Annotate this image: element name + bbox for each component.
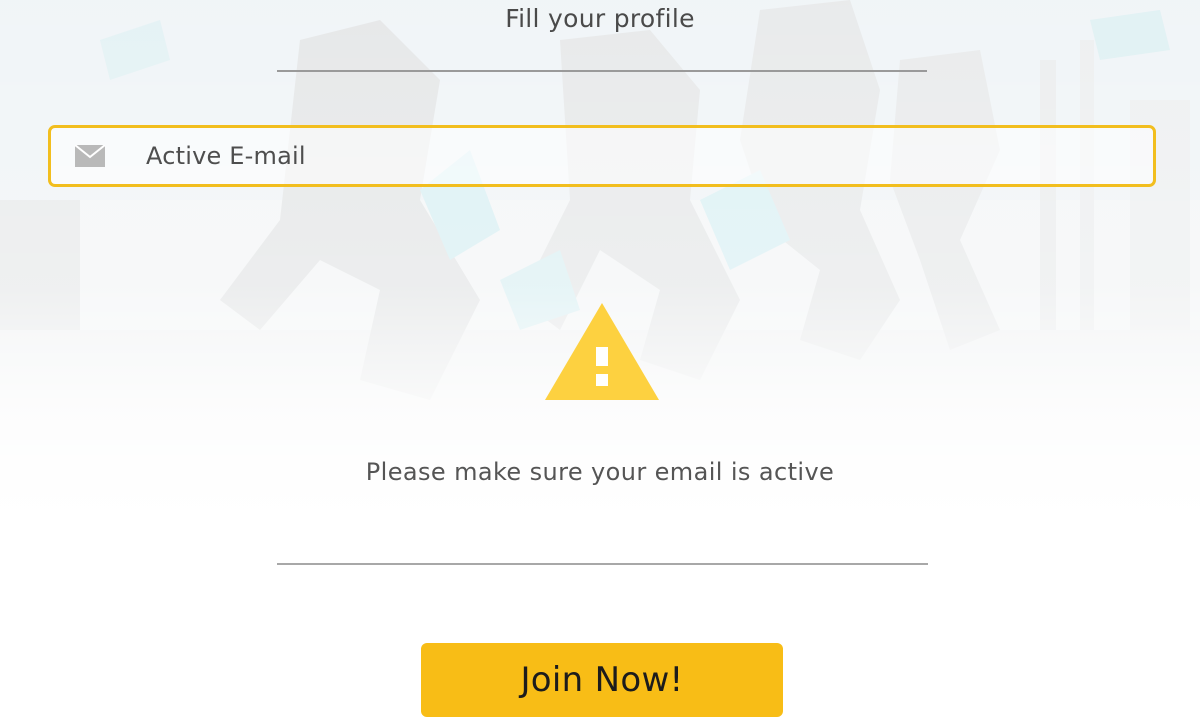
background-artwork (0, 0, 1200, 520)
warning-icon (545, 303, 659, 401)
divider-top (277, 70, 927, 72)
profile-page: Fill your profile Active E-mail Please m… (0, 0, 1200, 720)
email-field[interactable]: Active E-mail (48, 125, 1156, 187)
join-now-button[interactable]: Join Now! (421, 643, 783, 717)
divider-bottom (277, 563, 928, 565)
email-placeholder: Active E-mail (146, 142, 306, 170)
email-notice-text: Please make sure your email is active (365, 458, 835, 486)
page-title: Fill your profile (505, 4, 695, 33)
mail-icon (74, 144, 106, 167)
